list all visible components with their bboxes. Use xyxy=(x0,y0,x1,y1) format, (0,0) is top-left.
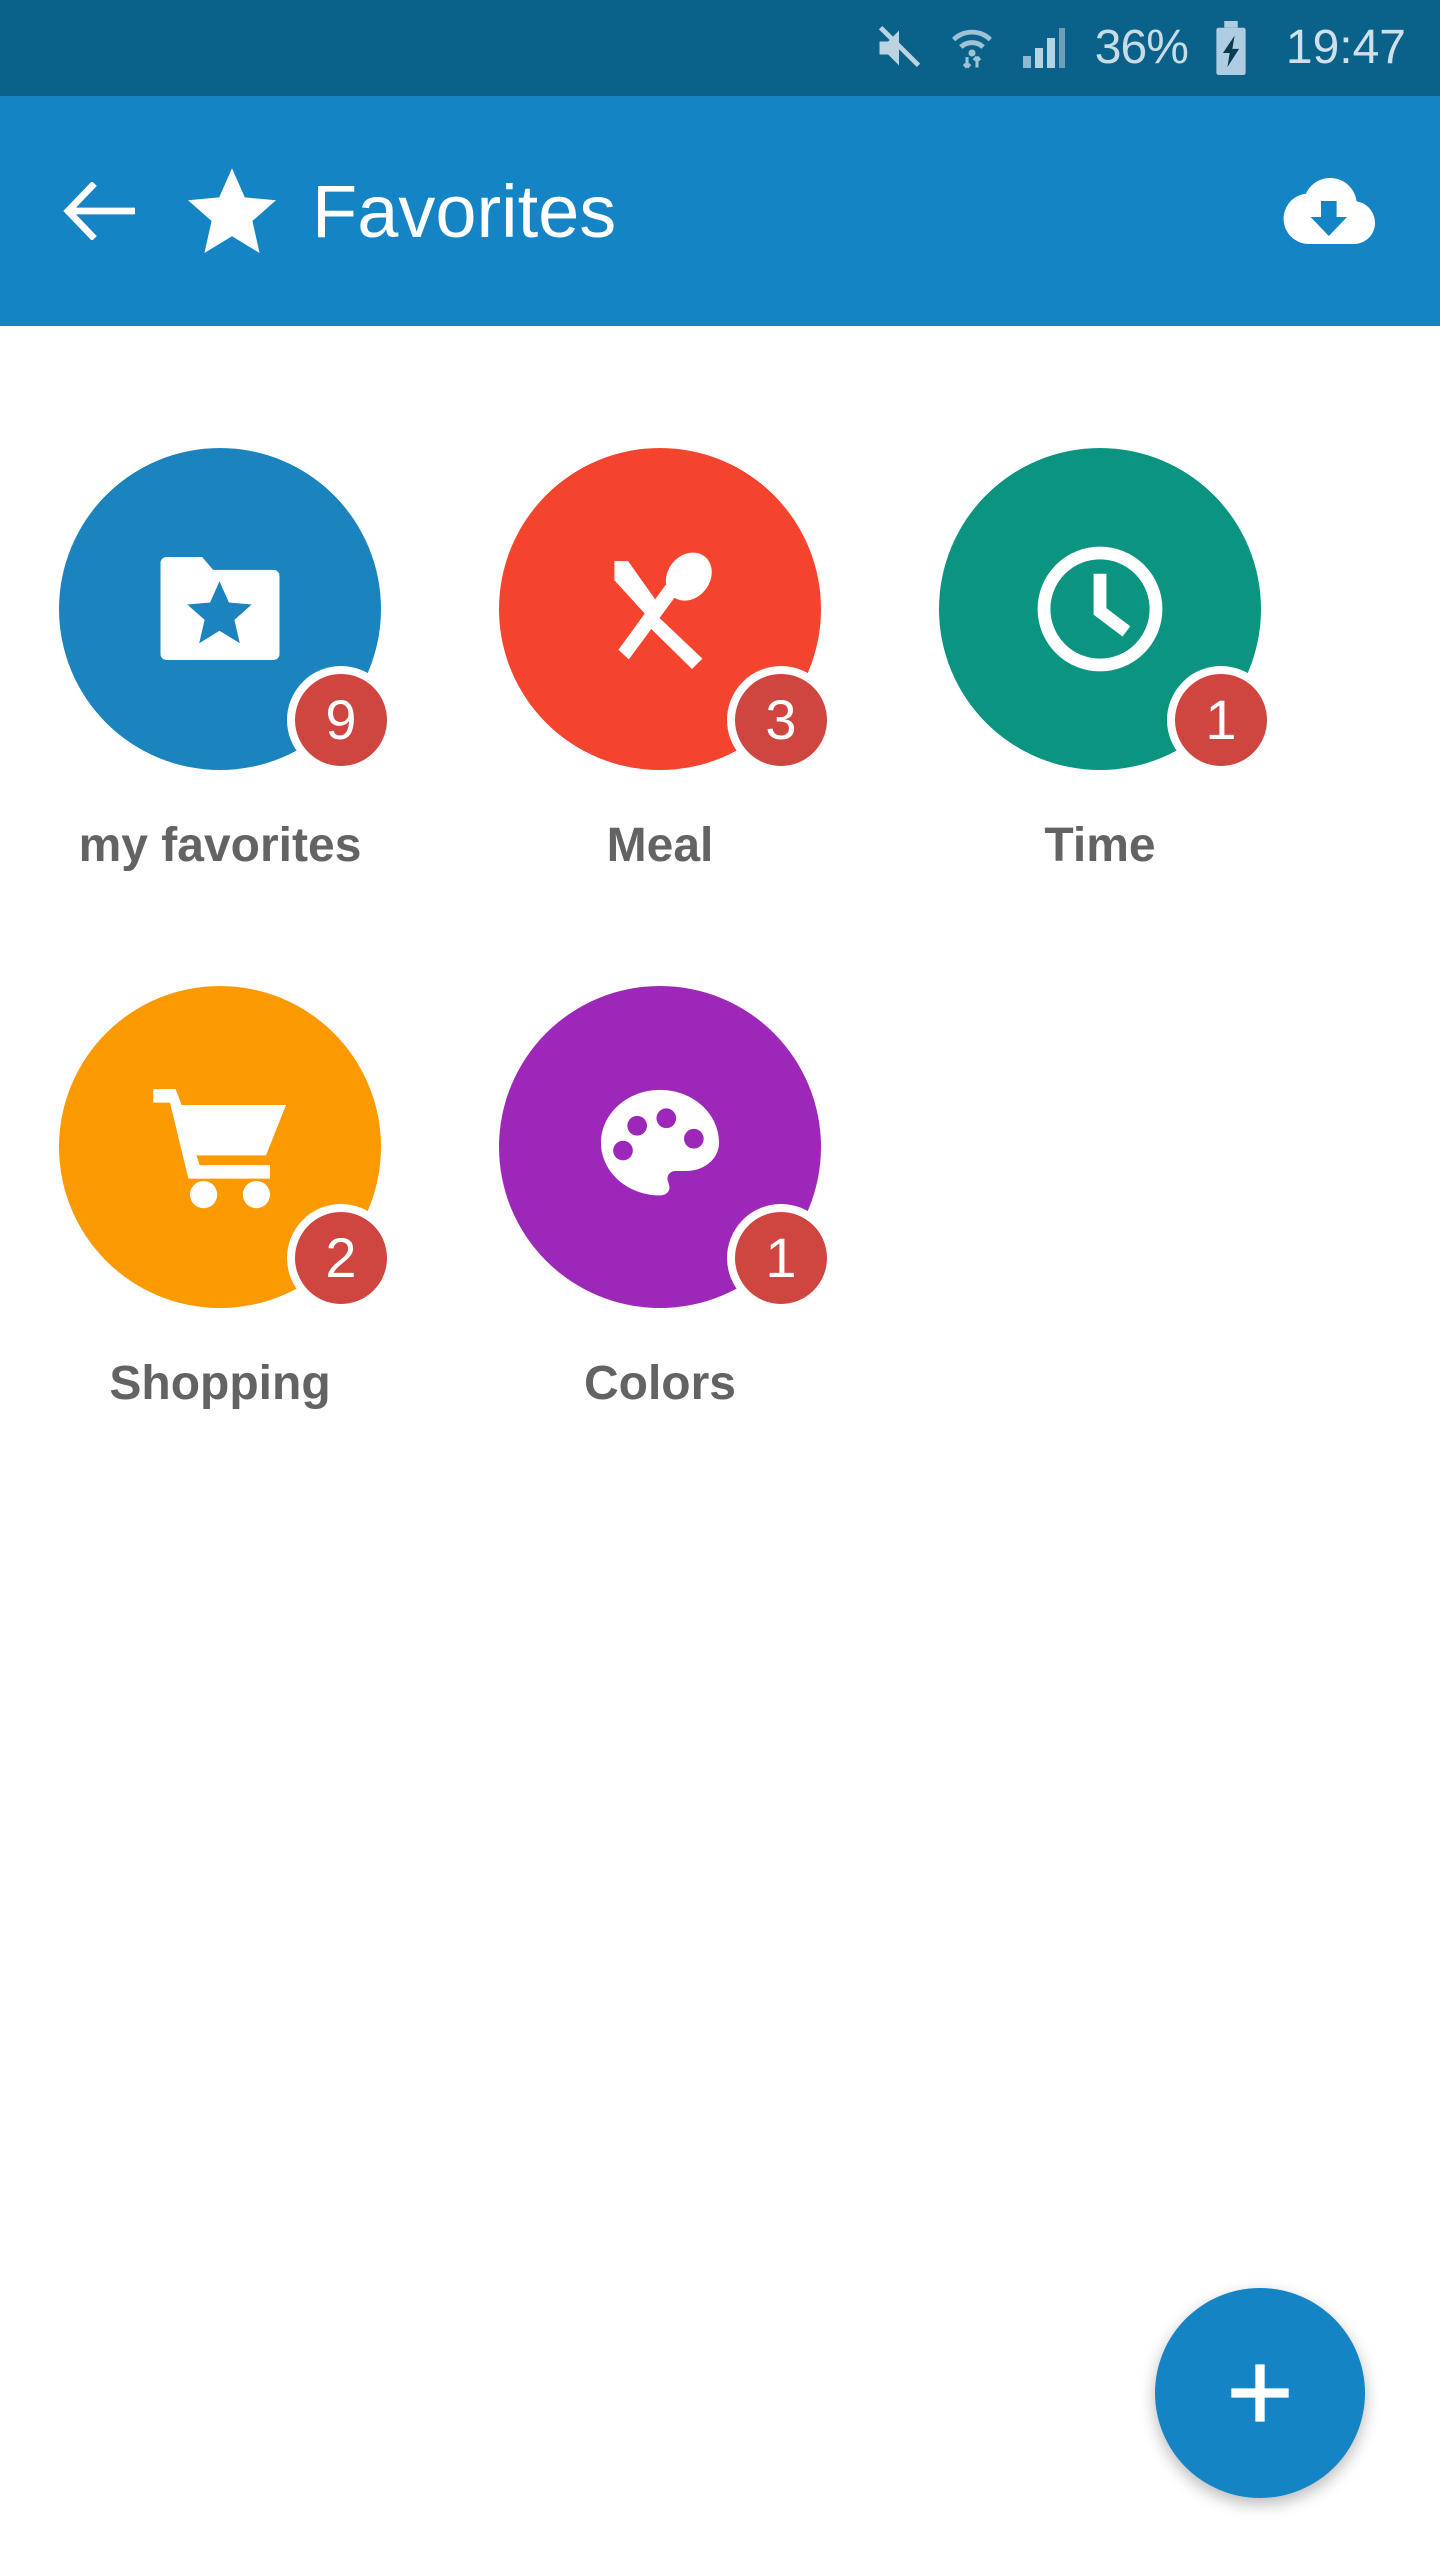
folder-star-icon xyxy=(160,556,280,661)
tile-circle-wrapper: 2 xyxy=(59,986,395,1312)
wifi-transfer-icon xyxy=(947,21,997,75)
battery-percent-label: 36% xyxy=(1094,21,1189,74)
cellular-signal-icon xyxy=(1019,24,1067,72)
status-icon-group: 36% 19:47 xyxy=(873,21,1406,75)
battery-charging-icon xyxy=(1212,21,1250,75)
badge-count: 9 xyxy=(287,666,395,774)
badge-count: 2 xyxy=(287,1204,395,1312)
clock-icon xyxy=(1037,546,1163,672)
volume-mute-icon xyxy=(873,22,925,74)
plus-icon xyxy=(1231,2364,1289,2422)
tile-label: Colors xyxy=(583,1357,736,1410)
tile-my-favorites[interactable]: 9 my favorites xyxy=(0,422,440,960)
cloud-download-button[interactable] xyxy=(1278,161,1378,261)
status-bar: 36% 19:47 xyxy=(0,0,1440,96)
tile-circle-wrapper: 1 xyxy=(499,986,835,1312)
status-clock: 19:47 xyxy=(1285,21,1406,74)
add-favorite-fab[interactable] xyxy=(1155,2288,1365,2498)
content-area: 9 my favorites 3 Meal 1 Time 2 Shopping … xyxy=(0,326,1440,2560)
tile-label: my favorites xyxy=(78,819,362,872)
tile-label: Meal xyxy=(606,819,714,872)
back-button[interactable] xyxy=(62,172,140,250)
tile-time[interactable]: 1 Time xyxy=(880,422,1320,960)
page-title: Favorites xyxy=(312,169,617,253)
cutlery-icon xyxy=(614,552,712,669)
app-bar: Favorites xyxy=(0,96,1440,326)
star-icon xyxy=(184,163,280,259)
tile-colors[interactable]: 1 Colors xyxy=(440,960,880,1498)
favorites-grid: 9 my favorites 3 Meal 1 Time 2 Shopping … xyxy=(0,422,1440,1498)
tile-label: Time xyxy=(1044,819,1156,872)
tile-circle-wrapper: 3 xyxy=(499,448,835,774)
tile-circle-wrapper: 1 xyxy=(939,448,1275,774)
badge-count: 1 xyxy=(1167,666,1275,774)
app-screen: 36% 19:47 Favorites 9 my favorites 3 Mea… xyxy=(0,0,1440,2560)
tile-shopping[interactable]: 2 Shopping xyxy=(0,960,440,1498)
badge-count: 1 xyxy=(727,1204,835,1312)
tile-circle-wrapper: 9 xyxy=(59,448,395,774)
shopping-cart-icon xyxy=(153,1089,286,1209)
cloud-download-icon xyxy=(1283,178,1375,244)
palette-icon xyxy=(600,1089,720,1196)
badge-count: 3 xyxy=(727,666,835,774)
tile-meal[interactable]: 3 Meal xyxy=(440,422,880,960)
tile-label: Shopping xyxy=(109,1357,331,1410)
